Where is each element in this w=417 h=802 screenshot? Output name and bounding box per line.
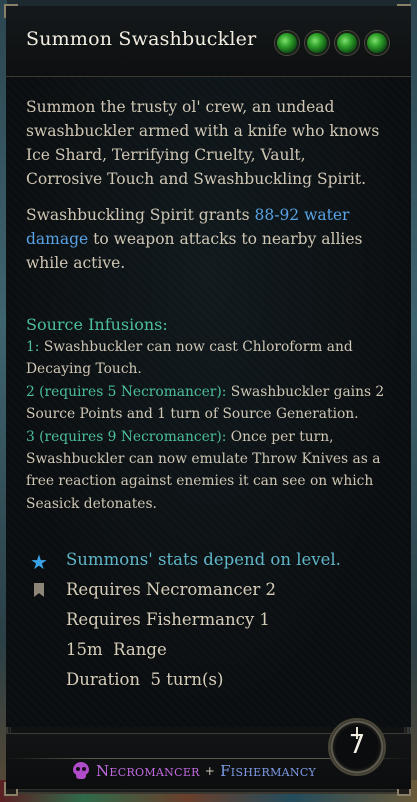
requirement-necromancer: Requires Necromancer 2	[66, 580, 277, 599]
action-point-icon	[305, 31, 329, 55]
duration-value: Duration 5 turn(s)	[66, 670, 224, 689]
infusion-label: 2 (requires 5 Necromancer):	[26, 383, 227, 400]
summon-note: Summons' stats depend on level.	[66, 550, 341, 569]
background-edge-right	[410, 0, 417, 802]
requirement-fishermancy: Requires Fishermancy 1	[66, 610, 270, 629]
description-text: Swashbuckling Spirit grants	[26, 206, 255, 224]
infusion-text: Swashbuckler can now cast Chloroform and…	[26, 339, 353, 378]
school-necromancer: Necromancer	[96, 762, 200, 780]
skill-schools: Necromancer + Fishermancy	[72, 762, 316, 780]
bookmark-icon	[34, 583, 44, 597]
action-point-cost	[275, 31, 389, 55]
skill-stats: ★ Summons' stats depend on level. Requir…	[30, 545, 390, 695]
action-point-icon	[275, 31, 299, 55]
infusion-label: 1:	[26, 339, 40, 355]
source-infusions-heading: Source Infusions:	[26, 315, 168, 334]
star-icon: ★	[30, 550, 48, 574]
range-row: 15m Range	[30, 635, 390, 665]
skull-icon	[72, 762, 90, 780]
source-infusions-list: 1: Swashbuckler can now cast Chloroform …	[26, 336, 386, 515]
school-separator: +	[204, 764, 216, 778]
school-fishermancy: Fishermancy	[220, 762, 317, 780]
tooltip-header: Summon Swashbuckler	[6, 6, 411, 77]
tooltip-body: Summon the trusty ol' crew, an undead sw…	[6, 77, 411, 727]
description-paragraph: Swashbuckling Spirit grants 88-92 water …	[26, 203, 386, 275]
requirement-row: Requires Fishermancy 1	[30, 605, 390, 635]
infusion-item: 1: Swashbuckler can now cast Chloroform …	[26, 336, 386, 381]
skill-title: Summon Swashbuckler	[26, 28, 257, 50]
skill-description: Summon the trusty ol' crew, an undead sw…	[26, 95, 386, 287]
action-point-icon	[335, 31, 359, 55]
range-value: 15m Range	[66, 640, 167, 659]
description-paragraph: Summon the trusty ol' crew, an undead sw…	[26, 98, 380, 188]
infusion-item: 2 (requires 5 Necromancer): Swashbuckler…	[26, 381, 386, 426]
action-point-icon	[365, 31, 389, 55]
infusion-label: 3 (requires 9 Necromancer):	[26, 428, 227, 445]
infusion-item: 3 (requires 9 Necromancer): Once per tur…	[26, 426, 386, 516]
duration-row: Duration 5 turn(s)	[30, 665, 390, 695]
requirement-row: Requires Necromancer 2	[30, 575, 390, 605]
cooldown-value: 7	[348, 730, 366, 760]
cooldown-icon: 7	[328, 718, 386, 776]
summon-note-row: ★ Summons' stats depend on level.	[30, 545, 390, 575]
